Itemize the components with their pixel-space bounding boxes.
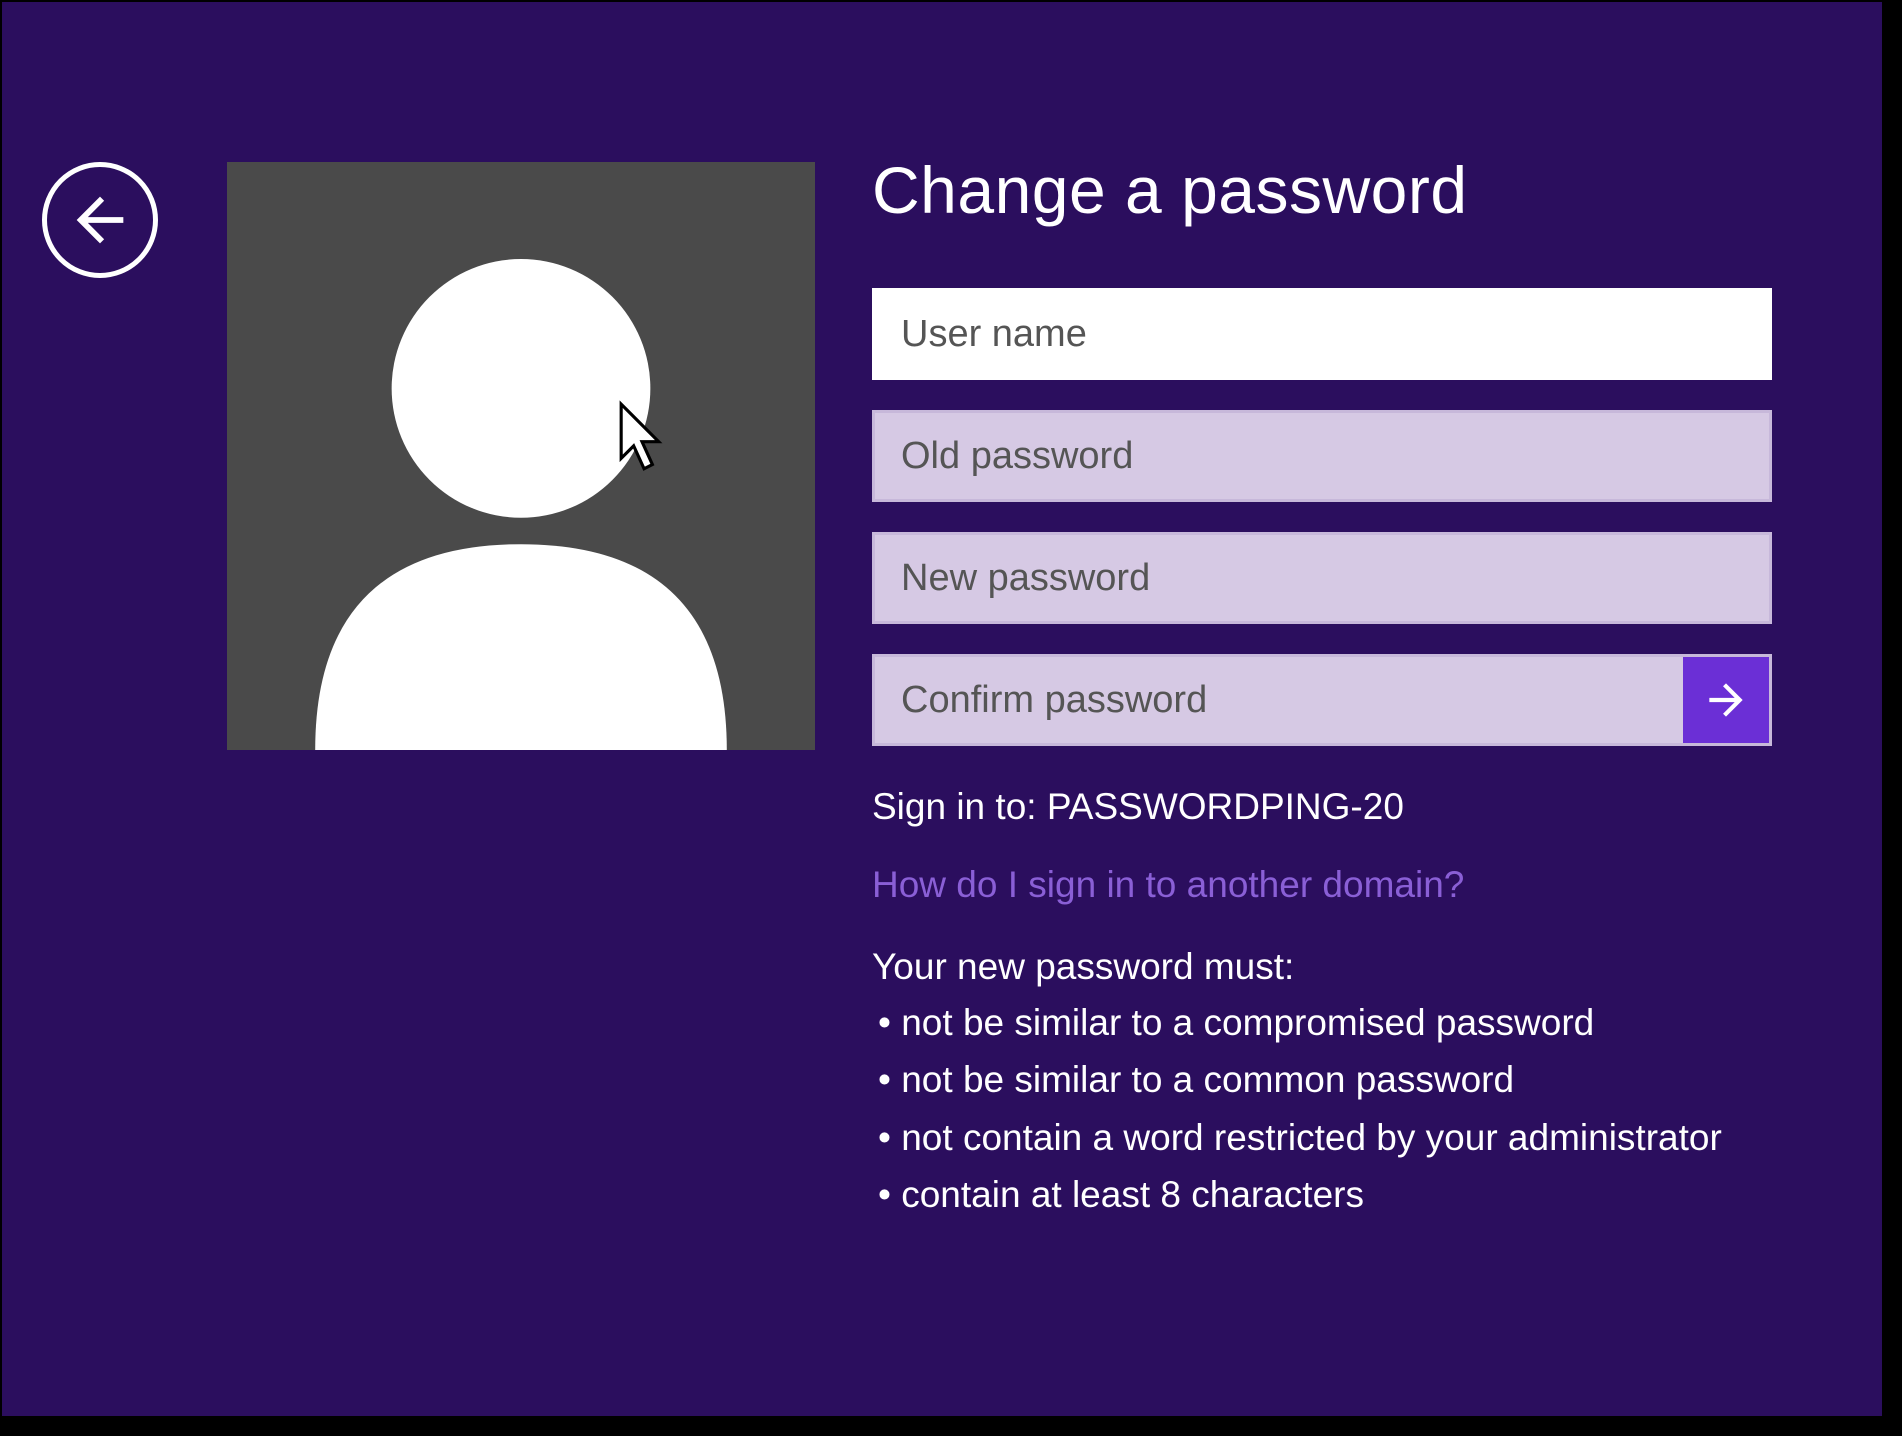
confirm-password-input[interactable]	[872, 654, 1772, 746]
new-password-input[interactable]	[872, 532, 1772, 624]
help-link[interactable]: How do I sign in to another domain?	[872, 864, 1777, 906]
arrow-left-icon	[65, 185, 135, 255]
old-password-input[interactable]	[872, 410, 1772, 502]
sign-in-prefix: Sign in to:	[872, 786, 1047, 827]
password-form: Change a password Sign in to: PASSWORDPI…	[872, 152, 1777, 1223]
confirm-password-row	[872, 654, 1772, 746]
submit-button[interactable]	[1683, 657, 1769, 743]
page-title: Change a password	[872, 152, 1777, 228]
username-input[interactable]	[872, 288, 1772, 380]
requirements-title: Your new password must:	[872, 946, 1777, 988]
requirement-item: not contain a word restricted by your ad…	[878, 1109, 1777, 1166]
arrow-right-icon	[1701, 675, 1751, 725]
requirement-item: not be similar to a compromised password	[878, 994, 1777, 1051]
back-button[interactable]	[42, 162, 158, 278]
requirements-list: not be similar to a compromised password…	[872, 994, 1777, 1223]
avatar	[227, 162, 815, 750]
change-password-screen: Change a password Sign in to: PASSWORDPI…	[0, 0, 1884, 1418]
requirement-item: contain at least 8 characters	[878, 1166, 1777, 1223]
person-icon	[227, 162, 815, 750]
requirement-item: not be similar to a common password	[878, 1051, 1777, 1108]
sign-in-domain: PASSWORDPING-20	[1047, 786, 1404, 827]
sign-in-to-label: Sign in to: PASSWORDPING-20	[872, 786, 1777, 828]
